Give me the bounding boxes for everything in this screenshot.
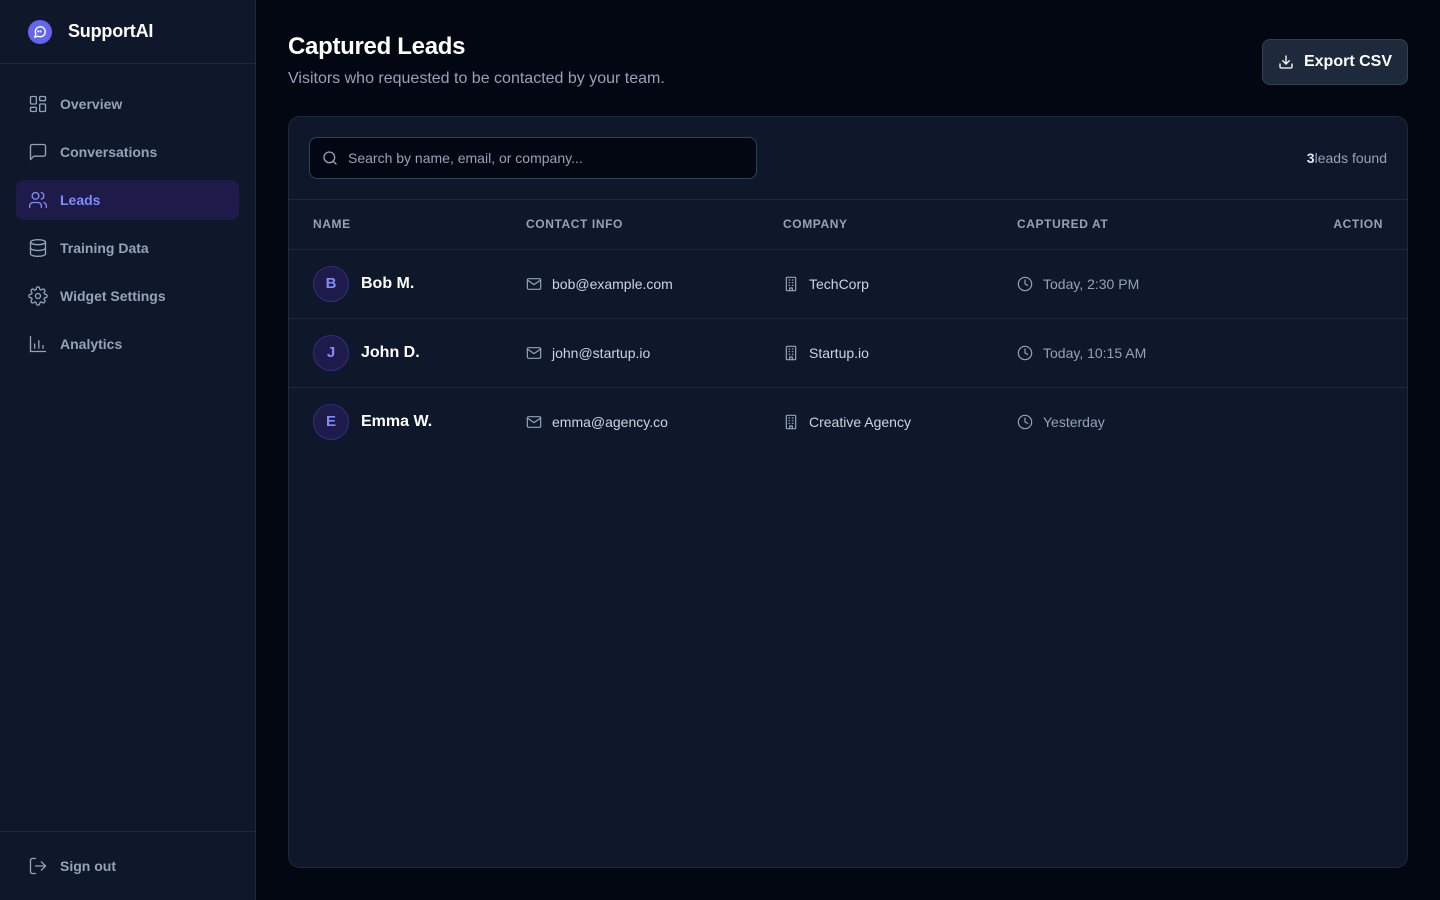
table-row[interactable]: J John D. john@startup.io Startup.io Tod… — [289, 318, 1407, 387]
log-out-icon — [29, 857, 47, 875]
sidebar-item-label: Analytics — [60, 336, 123, 352]
clock-icon — [1017, 345, 1033, 360]
lead-name: Bob M. — [361, 274, 415, 292]
lead-email[interactable]: bob@example.com — [552, 276, 673, 292]
chat-icon — [29, 143, 47, 161]
lead-email[interactable]: emma@agency.co — [552, 414, 668, 430]
table-row[interactable]: B Bob M. bob@example.com TechCorp Today,… — [289, 249, 1407, 318]
avatar: B — [313, 265, 349, 302]
users-icon — [29, 191, 47, 209]
search-input[interactable] — [348, 150, 728, 166]
leads-table: NAME CONTACT INFO COMPANY CAPTURED AT AC… — [289, 200, 1407, 456]
column-header-captured-at[interactable]: CAPTURED AT — [993, 200, 1246, 249]
sidebar: SupportAI Overview Conversations Leads T… — [0, 0, 256, 900]
brand-name: SupportAI — [68, 21, 154, 41]
lead-email[interactable]: john@startup.io — [552, 345, 650, 361]
building-icon — [785, 345, 797, 360]
clock-icon — [1017, 276, 1033, 291]
grid-icon — [29, 95, 47, 113]
table-row[interactable]: E Emma W. emma@agency.co Creative Agency… — [289, 387, 1407, 456]
database-icon — [29, 239, 47, 257]
mail-icon — [526, 415, 542, 428]
lead-company: Creative Agency — [809, 413, 911, 430]
lead-captured-at: Today, 2:30 PM — [1043, 275, 1140, 292]
sidebar-item-training-data[interactable]: Training Data — [16, 228, 239, 268]
sidebar-item-leads[interactable]: Leads — [16, 180, 239, 220]
main-content: Captured Leads Visitors who requested to… — [288, 0, 1408, 868]
sidebar-item-overview[interactable]: Overview — [16, 84, 239, 124]
page-title: Captured Leads — [288, 33, 466, 60]
chat-bubble-logo-icon — [28, 19, 52, 44]
leads-count-number: 3 — [1306, 150, 1315, 166]
gear-icon — [28, 286, 48, 306]
leads-toolbar: 3leads found — [289, 117, 1407, 200]
lead-captured-at: Today, 10:15 AM — [1043, 344, 1147, 361]
search-box[interactable] — [309, 137, 757, 179]
table-header-row: NAME CONTACT INFO COMPANY CAPTURED AT AC… — [289, 200, 1407, 249]
sidebar-item-label: Leads — [60, 192, 101, 208]
avatar: J — [313, 334, 349, 371]
column-header-contact-info[interactable]: CONTACT INFO — [502, 200, 759, 249]
building-icon — [785, 414, 797, 430]
avatar: E — [313, 403, 349, 440]
leads-count: 3leads found — [1307, 150, 1387, 166]
export-csv-button[interactable]: Export CSV — [1262, 39, 1408, 85]
sign-out-label: Sign out — [60, 858, 116, 874]
sidebar-item-label: Training Data — [60, 240, 149, 256]
mail-icon — [526, 346, 542, 359]
download-icon — [1279, 55, 1293, 69]
lead-name: Emma W. — [361, 412, 433, 430]
bar-chart-icon — [29, 335, 47, 353]
sidebar-item-analytics[interactable]: Analytics — [16, 324, 239, 364]
page-header: Captured Leads Visitors who requested to… — [288, 0, 1408, 116]
sidebar-item-label: Widget Settings — [60, 288, 166, 304]
lead-company: TechCorp — [809, 275, 869, 292]
lead-action-cell — [1246, 249, 1407, 318]
leads-count-suffix: leads found — [1314, 150, 1387, 166]
lead-captured-at: Yesterday — [1043, 413, 1105, 430]
sidebar-nav: Overview Conversations Leads Training Da… — [0, 64, 255, 364]
brand[interactable]: SupportAI — [0, 0, 255, 64]
lead-company: Startup.io — [809, 344, 869, 361]
sidebar-item-widget-settings[interactable]: Widget Settings — [16, 276, 239, 316]
sidebar-item-label: Conversations — [60, 144, 158, 160]
sidebar-item-conversations[interactable]: Conversations — [16, 132, 239, 172]
leads-card: 3leads found NAME CONTACT INFO COMPANY C… — [288, 116, 1408, 868]
export-csv-label: Export CSV — [1303, 53, 1392, 70]
lead-name: John D. — [361, 343, 420, 361]
search-icon — [323, 151, 337, 165]
page-subtitle: Visitors who requested to be contacted b… — [288, 70, 665, 87]
building-icon — [785, 276, 797, 291]
column-header-name[interactable]: NAME — [289, 200, 502, 249]
lead-action-cell — [1246, 318, 1407, 387]
column-header-action: ACTION — [1333, 217, 1383, 232]
lead-action-cell — [1246, 387, 1407, 456]
sign-out-button[interactable]: Sign out — [16, 846, 116, 886]
clock-icon — [1017, 414, 1033, 430]
sidebar-item-label: Overview — [60, 96, 123, 112]
column-header-company[interactable]: COMPANY — [759, 200, 993, 249]
sidebar-footer: Sign out — [0, 831, 255, 900]
mail-icon — [526, 277, 542, 290]
